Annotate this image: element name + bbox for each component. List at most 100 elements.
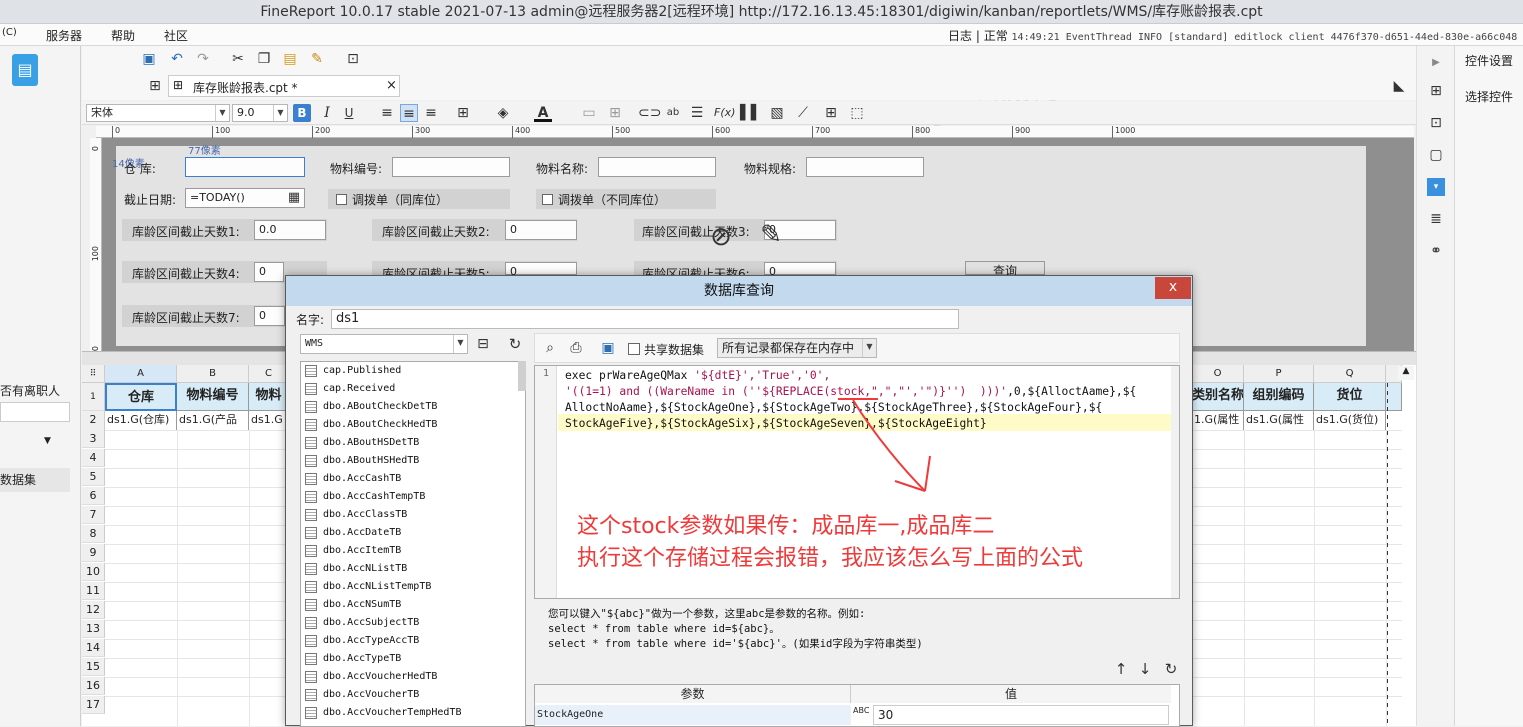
grid-icon[interactable]: ⊞ — [146, 77, 164, 95]
row-header[interactable]: 12 — [82, 601, 105, 619]
fill-color-icon[interactable]: ◈ — [494, 104, 512, 122]
itemname-input[interactable] — [598, 157, 716, 177]
table-tree-item[interactable]: dbo.AccSubjectTB — [301, 614, 525, 632]
row-header[interactable]: 9 — [82, 544, 105, 562]
format-painter-icon[interactable]: ✎ — [308, 50, 326, 68]
table-tree-item[interactable]: dbo.AccVoucherHedTB — [301, 668, 525, 686]
menu-c[interactable]: (C) — [2, 27, 17, 38]
row-header[interactable]: 16 — [82, 677, 105, 695]
control-settings-title[interactable]: 控件设置 — [1465, 52, 1513, 69]
row-header[interactable]: 4 — [82, 449, 105, 467]
memory-mode-select[interactable]: 所有记录都保存在内存中 ▼ — [717, 338, 877, 358]
table-tree-item[interactable]: dbo.ABoutCheckDetTB — [301, 398, 525, 416]
table-tree-item[interactable]: dbo.AccNListTB — [301, 560, 525, 578]
cell-c1[interactable]: 物料 — [249, 383, 289, 411]
col-header-b[interactable]: B — [177, 365, 249, 383]
row-header[interactable]: 10 — [82, 563, 105, 581]
day2-input[interactable]: 0 — [505, 220, 577, 240]
col-header-a[interactable]: A — [105, 365, 177, 383]
row-header[interactable]: 2 — [82, 411, 105, 431]
row-header[interactable]: 17 — [82, 696, 105, 714]
align-center-icon[interactable]: ≡ — [400, 104, 418, 122]
day1-input[interactable]: 0.0 — [254, 220, 326, 240]
refresh-params-icon[interactable]: ↻ — [1162, 660, 1180, 678]
link-icon[interactable]: ⚭ — [1427, 242, 1445, 260]
log-link[interactable]: 日志 — [948, 29, 972, 43]
condition-icon[interactable]: ≣ — [1427, 210, 1445, 228]
menu-community[interactable]: 社区 — [164, 27, 188, 44]
table-tree-item[interactable]: dbo.AccCashTB — [301, 470, 525, 488]
cell-p1[interactable]: 组别编码 — [1244, 383, 1314, 411]
cell-o2[interactable]: 1.G(属性 — [1192, 411, 1244, 431]
row-header[interactable]: 8 — [82, 525, 105, 543]
cell-p2[interactable]: ds1.G(属性 — [1244, 411, 1314, 431]
toolbar-pin-icon[interactable]: ◣ — [1390, 77, 1408, 95]
col-header-p[interactable]: P — [1244, 365, 1314, 383]
merge-icon[interactable]: ▭ — [580, 104, 598, 122]
widget-icon[interactable]: ⬚ — [848, 104, 866, 122]
dataset-name-input[interactable]: ds1 — [331, 309, 959, 329]
border-icon[interactable]: ⊞ — [454, 104, 472, 122]
cell-b1[interactable]: 物料编号 — [177, 383, 249, 411]
font-size-select[interactable]: 9.0 ▼ — [232, 104, 288, 122]
select-all-corner[interactable]: ⠿ — [82, 365, 105, 383]
report-tab[interactable]: ⊞ 库存账龄报表.cpt * × — [168, 75, 400, 97]
cell-q2[interactable]: ds1.G(货位) — [1314, 411, 1386, 431]
sql-scrollbar[interactable] — [1171, 366, 1179, 598]
text-icon[interactable]: ab — [664, 104, 682, 122]
hidden-eye-icon[interactable]: ⊘ — [706, 224, 736, 254]
menu-help[interactable]: 帮助 — [111, 27, 135, 44]
checkbox-transfer-diff[interactable] — [542, 194, 553, 205]
day7-input[interactable]: 0 — [254, 306, 285, 326]
preview-icon[interactable]: ⊡ — [344, 50, 362, 68]
cell-c2[interactable]: ds1.G — [249, 411, 289, 431]
move-down-icon[interactable]: ↓ — [1136, 660, 1154, 678]
refresh-icon[interactable]: ↻ — [506, 335, 524, 353]
dialog-close-button[interactable]: x — [1155, 277, 1191, 299]
undo-icon[interactable]: ↶ — [168, 50, 186, 68]
col-header-o[interactable]: O — [1192, 365, 1244, 383]
cell-r1[interactable] — [1386, 383, 1402, 411]
chart-icon[interactable]: ▌▌ — [740, 104, 762, 122]
table-tree-item[interactable]: dbo.AccTypeTB — [301, 650, 525, 668]
table-tree-item[interactable]: dbo.AccVoucherTB — [301, 686, 525, 704]
table-tree-item[interactable]: dbo.AccItemTB — [301, 542, 525, 560]
day6-input[interactable]: 0 — [764, 262, 836, 278]
param-value-input[interactable]: 30 — [873, 705, 1169, 725]
cell-style-icon[interactable]: ⊡ — [1427, 114, 1445, 132]
select-control-title[interactable]: 选择控件 — [1465, 88, 1513, 105]
formula-icon[interactable]: F(x) — [714, 104, 735, 122]
image-icon[interactable]: ▧ — [768, 104, 786, 122]
row-header[interactable]: 5 — [82, 468, 105, 486]
row-header[interactable]: 3 — [82, 430, 105, 448]
table-tree-item[interactable]: dbo.AccNListTempTB — [301, 578, 525, 596]
move-up-icon[interactable]: ↑ — [1112, 660, 1130, 678]
table-tree-item[interactable]: dbo.ABoutHSDetTB — [301, 434, 525, 452]
sidebar-item-resigned[interactable]: 否有离职人 — [0, 382, 60, 399]
underline-icon[interactable]: U — [340, 104, 358, 122]
cell-o1[interactable]: 类别名称 — [1192, 383, 1244, 411]
row-header-1[interactable]: 1 (H) — [82, 383, 105, 430]
widget-settings-icon[interactable]: ▢ — [1427, 146, 1445, 164]
query-button[interactable]: 查询 — [965, 261, 1045, 278]
export-icon[interactable]: ▣ — [599, 339, 617, 357]
itemspec-input[interactable] — [806, 157, 924, 177]
hyperlink-icon[interactable]: ⊂⊃ — [638, 104, 661, 122]
cell-a1[interactable]: 仓库 — [105, 383, 177, 411]
table-tree-item[interactable]: dbo.ABoutHSHedTB — [301, 452, 525, 470]
db-connection-select[interactable]: WMS ▼ — [300, 334, 468, 354]
scroll-up-icon[interactable]: ▲ — [1398, 366, 1414, 380]
table-tree-item[interactable]: cap.Received — [301, 380, 525, 398]
db-manage-icon[interactable]: ⊟ — [474, 335, 492, 353]
cell-a2[interactable]: ds1.G(仓库) — [105, 411, 177, 431]
col-header-q[interactable]: Q — [1314, 365, 1386, 383]
tab-close-button[interactable]: × — [386, 78, 397, 93]
left-scroll-area[interactable] — [0, 402, 70, 422]
slash-icon[interactable]: ⟋ — [794, 104, 812, 122]
cut-icon[interactable]: ✂ — [229, 50, 247, 68]
edit-pencil-icon[interactable]: ✎ — [756, 222, 786, 254]
row-header[interactable]: 7 — [82, 506, 105, 524]
font-family-select[interactable]: 宋体 ▼ — [86, 104, 230, 122]
unmerge-icon[interactable]: ⊞ — [606, 104, 624, 122]
redo-icon[interactable]: ↷ — [194, 50, 212, 68]
